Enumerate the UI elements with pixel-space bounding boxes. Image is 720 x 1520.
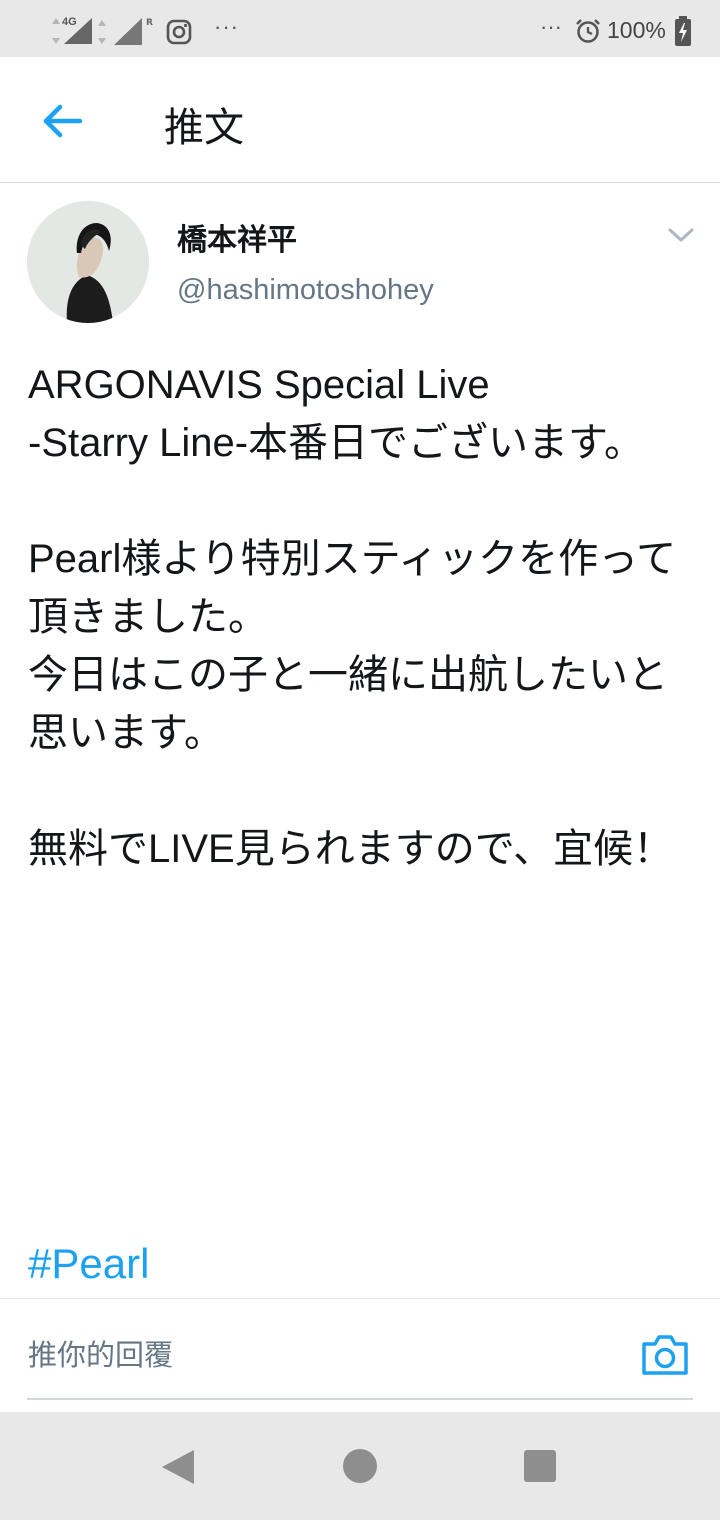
- chevron-down-icon: [668, 228, 694, 242]
- nav-back-triangle-icon: [162, 1450, 194, 1484]
- instagram-icon: [166, 19, 192, 50]
- hashtag-link[interactable]: #Pearl: [28, 1240, 149, 1288]
- notification-overflow-icon: ···: [214, 14, 239, 39]
- author-name[interactable]: 橋本祥平: [177, 215, 297, 259]
- reply-input-underline: [27, 1398, 693, 1400]
- nav-home-button[interactable]: [343, 1449, 377, 1483]
- roaming-label: R: [146, 18, 153, 28]
- back-button[interactable]: [36, 97, 90, 145]
- reply-input[interactable]: [28, 1333, 628, 1377]
- cellular-4g-icon: 4G: [46, 14, 96, 48]
- app-header: 推文: [0, 57, 720, 183]
- alarm-clock-icon: [575, 18, 601, 49]
- nav-back-button[interactable]: [160, 1448, 196, 1486]
- profile-photo: [27, 201, 149, 323]
- tweet-options-button[interactable]: [666, 222, 696, 248]
- battery-charging-icon: [674, 16, 692, 51]
- reply-bar: [0, 1298, 720, 1412]
- page-title: 推文: [164, 105, 244, 151]
- author-handle[interactable]: @hashimotoshohey: [177, 274, 434, 307]
- status-overflow-icon: ···: [540, 14, 562, 39]
- cellular-signal-icon: [96, 18, 146, 53]
- status-bar: 4G R ··· ··· 100%: [0, 0, 720, 57]
- back-arrow-icon: [43, 104, 83, 138]
- camera-button[interactable]: [640, 1331, 690, 1377]
- nav-recents-button[interactable]: [524, 1450, 556, 1482]
- battery-percent: 100%: [607, 17, 666, 43]
- camera-icon: [642, 1335, 688, 1375]
- tweet-text: ARGONAVIS Special Live -Starry Line-本番日で…: [28, 363, 677, 871]
- network-type-label: 4G: [62, 16, 77, 28]
- avatar[interactable]: [27, 201, 149, 323]
- system-nav-bar: [0, 1412, 720, 1520]
